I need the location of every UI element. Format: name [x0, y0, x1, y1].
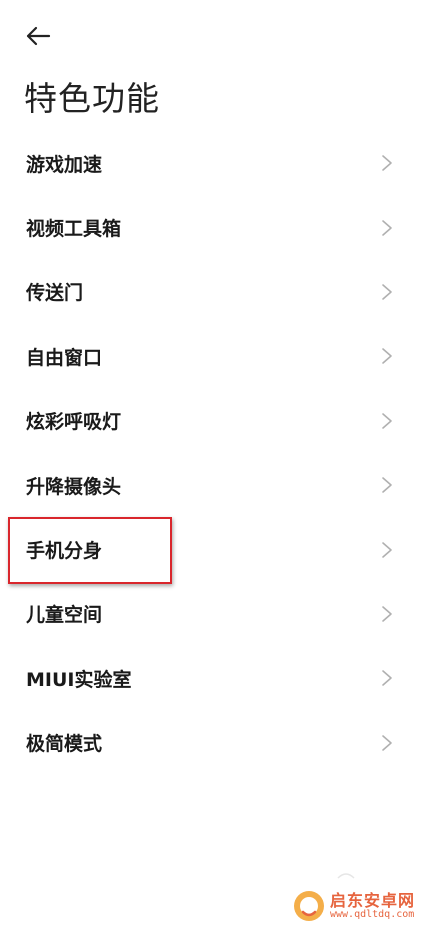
- page-title: 特色功能: [24, 79, 160, 118]
- chevron-right-icon: [382, 284, 392, 300]
- menu-item-kids-space[interactable]: 儿童空间: [0, 582, 421, 646]
- menu-item-breathing-light[interactable]: 炫彩呼吸灯: [0, 389, 421, 453]
- back-button[interactable]: [18, 18, 58, 54]
- chevron-right-icon: [382, 606, 392, 622]
- menu-item-game-boost[interactable]: 游戏加速: [0, 131, 421, 195]
- menu-item-label: 传送门: [26, 282, 84, 305]
- menu-item-free-window[interactable]: 自由窗口: [0, 324, 421, 388]
- menu-item-label: 升降摄像头: [26, 475, 122, 498]
- watermark-name: 启东安卓网: [329, 890, 415, 910]
- faint-decoration-icon: [337, 873, 355, 879]
- menu-item-video-toolbox[interactable]: 视频工具箱: [0, 195, 421, 259]
- chevron-right-icon: [382, 412, 392, 429]
- chevron-right-icon: [382, 155, 392, 171]
- watermark-url: www.qdltdq.com: [329, 909, 415, 921]
- menu-item-label: 自由窗口: [26, 346, 103, 369]
- menu-item-minimal-mode[interactable]: 极简模式: [0, 711, 421, 775]
- menu-item-label: 炫彩呼吸灯: [26, 411, 122, 434]
- site-watermark: 启东安卓网 www.qdltdq.com: [292, 889, 415, 923]
- menu-item-label: 视频工具箱: [26, 218, 122, 241]
- menu-item-miui-lab[interactable]: MIUI实验室: [0, 646, 421, 710]
- menu-item-label: MIUI实验室: [26, 668, 132, 691]
- chevron-right-icon: [382, 541, 392, 558]
- feature-list: 游戏加速 视频工具箱 传送门 自由窗口 炫彩呼吸灯 升降摄像头 手机分身 儿童空…: [0, 131, 421, 775]
- chevron-right-icon: [382, 734, 392, 751]
- menu-item-label: 游戏加速: [26, 153, 103, 176]
- arrow-left-icon: [26, 26, 51, 46]
- chevron-right-icon: [382, 348, 392, 365]
- menu-item-popup-camera[interactable]: 升降摄像头: [0, 453, 421, 517]
- menu-item-label: 儿童空间: [26, 604, 103, 627]
- highlight-annotation: [8, 517, 172, 584]
- menu-item-portal[interactable]: 传送门: [0, 260, 421, 324]
- watermark-logo-icon: [293, 891, 324, 921]
- chevron-right-icon: [382, 477, 392, 493]
- chevron-right-icon: [382, 219, 392, 236]
- chevron-right-icon: [382, 670, 392, 687]
- menu-item-label: 极简模式: [26, 733, 103, 756]
